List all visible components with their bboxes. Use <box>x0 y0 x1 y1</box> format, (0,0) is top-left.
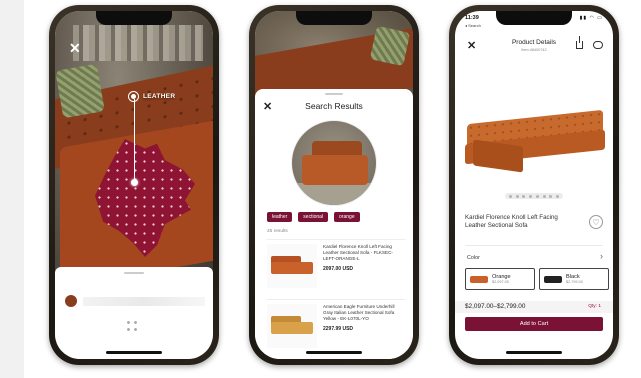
search-query-image <box>291 120 377 206</box>
ar-loading-placeholder <box>83 297 205 306</box>
search-results-sheet[interactable]: ✕ Search Results leather sectional orang… <box>255 89 413 359</box>
phone-product-details: 11:39 ◂ Search ▮▮ ◠ ▭ ✕ Product Details … <box>449 5 619 365</box>
product-image[interactable] <box>455 57 613 197</box>
ar-anchor-dot[interactable] <box>131 179 138 186</box>
quantity-selector[interactable]: Qty: 1 <box>588 304 601 309</box>
chip-sectional[interactable]: sectional <box>298 212 329 222</box>
ar-tag-line <box>134 99 135 183</box>
item-number: Item #8400742 <box>521 48 547 52</box>
details-screen: 11:39 ◂ Search ▮▮ ◠ ▭ ✕ Product Details … <box>455 11 613 359</box>
result-name: American Eagle Furniture Underhill Gray … <box>323 304 395 322</box>
divider <box>465 245 603 246</box>
phone-notch <box>96 11 172 25</box>
home-indicator <box>506 351 562 354</box>
home-indicator <box>306 351 362 354</box>
search-screen: ✕ Search Results leather sectional orang… <box>255 11 413 359</box>
search-filter-chips: leather sectional orange <box>267 212 360 222</box>
chip-leather[interactable]: leather <box>267 212 293 222</box>
swatch-price: $2,799.00 <box>566 280 583 284</box>
product-name: Kardiel Florence Knoll Left Facing Leath… <box>465 214 558 230</box>
share-icon[interactable] <box>576 36 583 49</box>
heart-icon[interactable]: ♡ <box>589 215 603 229</box>
back-to-search-link[interactable]: ◂ Search <box>465 23 481 28</box>
loading-spinner-icon <box>125 319 139 333</box>
ar-screen: LEATHER ✕ <box>55 11 213 359</box>
home-indicator <box>106 351 162 354</box>
sheet-handle[interactable] <box>325 93 343 95</box>
result-thumbnail <box>267 304 317 348</box>
ar-bottom-sheet[interactable] <box>55 267 213 359</box>
ar-pillow <box>55 63 105 119</box>
image-pagination-dots[interactable] <box>505 193 563 199</box>
close-icon[interactable]: ✕ <box>69 41 81 55</box>
result-price: 2297.99 USD <box>323 325 354 332</box>
page-title: Product Details <box>511 39 557 46</box>
result-thumbnail <box>267 244 317 288</box>
phone-notch <box>296 11 372 25</box>
result-name: Kardiel Florence Knoll Left Facing Leath… <box>323 244 393 262</box>
ar-tag-label: LEATHER <box>143 93 176 100</box>
color-swatch-orange[interactable]: Orange $2,097.00 <box>465 268 535 290</box>
swatch-price: $2,097.00 <box>492 280 509 284</box>
price-range: $2,097.00–$2,799.00 <box>465 303 526 310</box>
status-icons: ▮▮ ◠ ▭ <box>579 15 603 21</box>
result-price: 2097.00 USD <box>323 265 354 272</box>
left-margin-strip <box>0 0 24 378</box>
color-label: Color <box>467 255 480 261</box>
search-title: Search Results <box>305 101 363 111</box>
color-swatch-black[interactable]: Black $2,799.00 <box>539 268 609 290</box>
swatch-image <box>544 275 562 283</box>
ar-material-tag[interactable]: LEATHER <box>128 91 175 102</box>
status-time: 11:39 <box>465 15 479 21</box>
list-item[interactable]: American Eagle Furniture Underhill Gray … <box>267 299 405 357</box>
sheet-handle[interactable] <box>124 272 144 274</box>
result-count: 25 results <box>267 229 288 234</box>
swatch-image <box>470 275 488 283</box>
chip-orange[interactable]: orange <box>334 212 360 222</box>
target-icon <box>128 91 139 102</box>
list-item[interactable]: Kardiel Florence Knoll Left Facing Leath… <box>267 239 405 297</box>
add-to-cart-button[interactable]: Add to Cart <box>465 317 603 331</box>
ar-result-thumbnail <box>65 295 77 307</box>
phone-search-results: ✕ Search Results leather sectional orang… <box>249 5 419 365</box>
phone-notch <box>496 11 572 25</box>
phone-ar-view: LEATHER ✕ <box>49 5 219 365</box>
chevron-right-icon[interactable]: › <box>600 251 603 261</box>
ar-background-chairs <box>73 25 203 61</box>
chat-icon[interactable] <box>593 41 603 49</box>
